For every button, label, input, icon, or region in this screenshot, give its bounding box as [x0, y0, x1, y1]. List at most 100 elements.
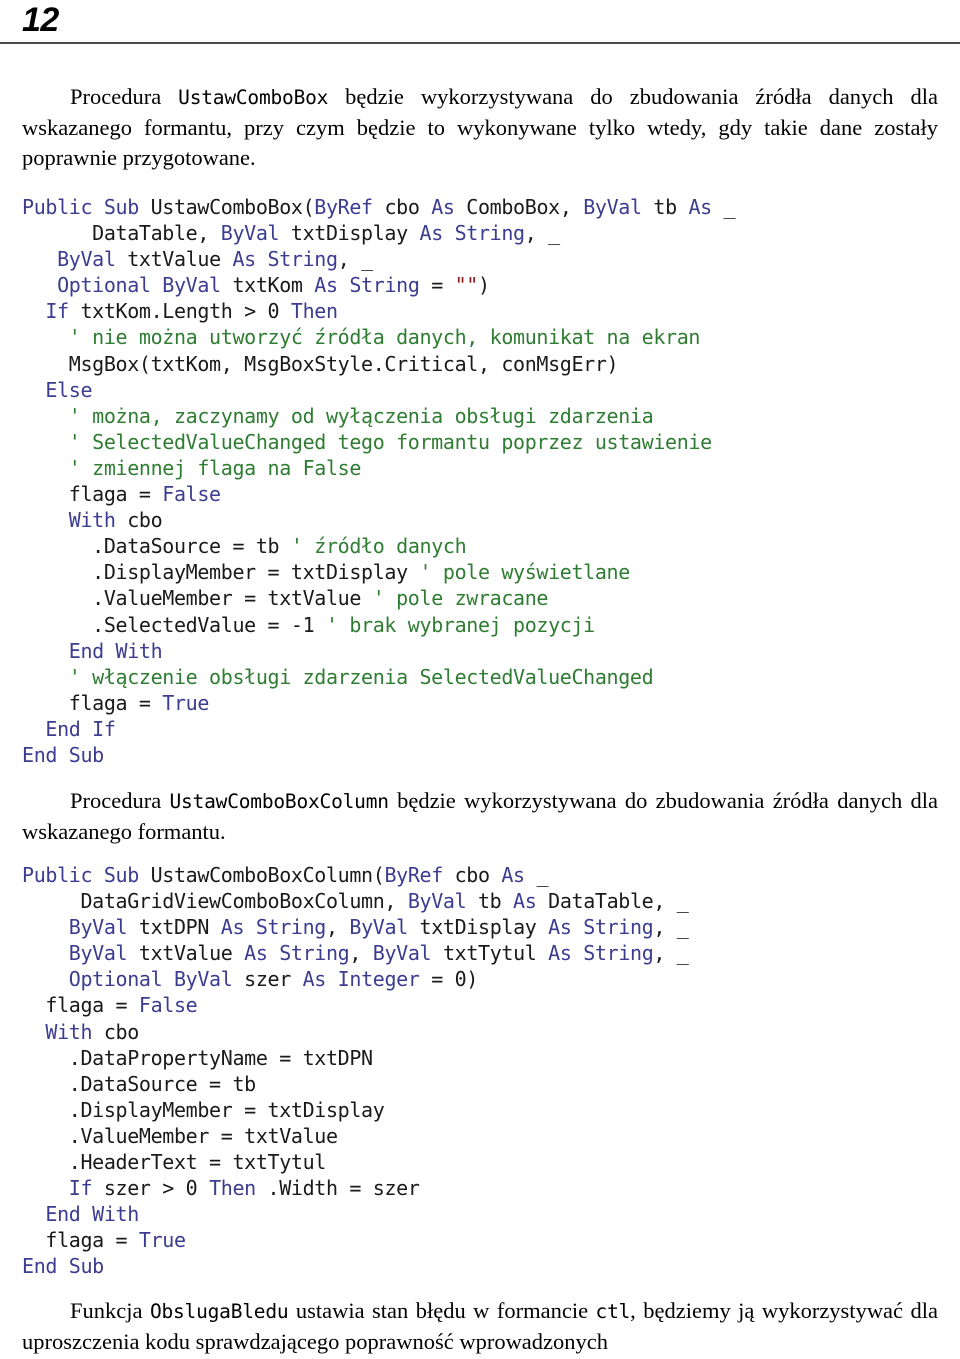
- code-line: End Sub: [22, 742, 938, 768]
- code-token-pln: DataTable, _: [548, 889, 689, 914]
- code-line: If szer > 0 Then .Width = szer: [22, 1175, 938, 1201]
- code-token-pln: [22, 273, 57, 297]
- code-token-kw: As String: [314, 273, 432, 298]
- code-token-pln: txtDisplay: [290, 221, 420, 246]
- code-token-pln: ,: [326, 915, 350, 940]
- code-token-pln: flaga =: [22, 1228, 139, 1253]
- code-line: flaga = True: [22, 690, 938, 716]
- code-token-kw: As String: [419, 221, 526, 246]
- paragraph-ustawcomboboxcolumn-intro: Procedura UstawComboBoxColumn będzie wyk…: [22, 786, 938, 847]
- header-rule: [0, 42, 960, 44]
- code-token-str: "": [454, 273, 479, 298]
- code-token-pln: tb: [477, 889, 514, 914]
- code-token-kw: ByVal: [68, 915, 139, 940]
- code-line: ByVal txtDPN As String, ByVal txtDisplay…: [22, 914, 938, 940]
- code-line: .ValueMember = txtValue: [22, 1123, 938, 1149]
- code-token-pln: [22, 1020, 45, 1044]
- code-token-pln: txtDisplay: [419, 915, 549, 940]
- code-token-kw: As Integer: [302, 967, 432, 992]
- code-line: Optional ByVal txtKom As String = ""): [22, 272, 938, 298]
- code-token-kw: ByVal: [583, 195, 654, 219]
- code-token-pln: .ValueMember = txtValue: [22, 586, 373, 611]
- code-line: ' można, zaczynamy od wyłączenia obsługi…: [22, 403, 938, 429]
- code-token-kw: As String: [548, 915, 654, 940]
- code-token-kw: End With: [45, 1202, 139, 1227]
- code-token-pln: = 0): [431, 967, 478, 992]
- code-token-pln: .ValueMember = txtValue: [22, 1123, 338, 1148]
- code-line: ' włączenie obsługi zdarzenia SelectedVa…: [22, 664, 938, 690]
- code-block-ustawcombobox-listing: Public Sub UstawComboBox(ByRef cbo As Co…: [22, 194, 938, 768]
- code-token-kw: Then: [209, 1176, 268, 1201]
- code-token-pln: cbo: [384, 195, 432, 219]
- code-token-pln: .DataSource = tb: [22, 534, 291, 559]
- code-line: With cbo: [22, 507, 938, 533]
- code-token-kw: End Sub: [22, 1254, 104, 1279]
- code-token-pln: szer: [244, 967, 303, 992]
- code-token-cmt: ' SelectedValueChanged tego formantu pop…: [22, 429, 712, 454]
- code-line: End Sub: [22, 1253, 938, 1279]
- code-token-kw: False: [138, 993, 198, 1018]
- paragraph-lead: Procedura: [70, 788, 170, 813]
- code-line: Else: [22, 377, 938, 403]
- code-token-pln: , _: [337, 247, 373, 272]
- code-token-pln: .HeaderText = txtTytul: [22, 1150, 327, 1175]
- code-token-pln: txtValue: [127, 247, 233, 272]
- code-token-cmt: ' brak wybranej pozycji: [325, 612, 595, 637]
- code-token-pln: [22, 299, 45, 323]
- code-token-pln: [22, 247, 57, 271]
- code-token-kw: End If: [45, 716, 116, 741]
- code-token-kw: ByRef: [384, 863, 455, 887]
- code-token-kw: If: [45, 299, 81, 324]
- code-token-kw: As String: [232, 247, 338, 272]
- code-token-pln: , _: [653, 915, 689, 940]
- code-line: .DisplayMember = txtDisplay ' pole wyświ…: [22, 559, 938, 585]
- paragraph-lead: Procedura: [70, 84, 179, 109]
- code-token-cmt: ' można, zaczynamy od wyłączenia obsługi…: [22, 403, 654, 428]
- code-token-kw: Optional ByVal: [68, 967, 245, 992]
- code-token-kw: Then: [290, 299, 338, 324]
- code-token-pln: DataTable,: [22, 221, 221, 246]
- code-token-pln: flaga =: [22, 993, 139, 1018]
- code-line: With cbo: [22, 1019, 938, 1045]
- code-line: .DataSource = tb ' źródło danych: [22, 533, 938, 559]
- code-token-pln: [22, 941, 69, 965]
- paragraph-ustawcombobox-intro: Procedura UstawComboBox będzie wykorzyst…: [22, 82, 938, 174]
- code-line: ' nie można utworzyć źródła danych, komu…: [22, 324, 938, 350]
- code-line: DataGridViewComboBoxColumn, ByVal tb As …: [22, 888, 938, 914]
- code-token-pln: cbo: [454, 863, 502, 887]
- code-line: .DataSource = tb: [22, 1071, 938, 1097]
- paragraph-lead: Funkcja: [70, 1298, 150, 1323]
- code-token-pln: cbo: [127, 508, 163, 533]
- code-line: End With: [22, 1201, 938, 1227]
- code-line: If txtKom.Length > 0 Then: [22, 298, 938, 324]
- code-line: ByVal txtValue As String, _: [22, 246, 938, 272]
- code-token-pln: txtKom: [232, 273, 315, 298]
- code-token-kw: If: [68, 1176, 104, 1201]
- code-token-pln: [22, 1176, 69, 1200]
- code-token-pln: =: [431, 273, 455, 298]
- code-token-pln: szer > 0: [103, 1176, 210, 1201]
- code-token-pln: _: [723, 195, 736, 219]
- code-token-pln: .DataSource = tb: [22, 1071, 256, 1096]
- code-token-kw: As: [513, 889, 549, 914]
- code-token-pln: tb: [653, 195, 689, 219]
- code-token-kw: ByVal: [372, 941, 443, 966]
- code-token-pln: [22, 967, 69, 991]
- code-token-kw: Optional ByVal: [57, 273, 233, 298]
- code-line: DataTable, ByVal txtDisplay As String, _: [22, 220, 938, 246]
- code-token-pln: , _: [524, 221, 560, 246]
- code-line: flaga = True: [22, 1227, 938, 1253]
- code-line: .DisplayMember = txtDisplay: [22, 1097, 938, 1123]
- code-token-pln: .DisplayMember = txtDisplay: [22, 560, 420, 585]
- code-token-pln: [22, 639, 69, 663]
- code-token-cmt: ' nie można utworzyć źródła danych, komu…: [22, 325, 701, 350]
- code-line: ' SelectedValueChanged tego formantu pop…: [22, 429, 938, 455]
- code-token-kw: ByRef: [314, 195, 385, 219]
- code-token-cmt: ' pole zwracane: [372, 586, 549, 611]
- inline-code-obslugabledu: ObslugaBledu: [149, 1300, 289, 1323]
- code-line: flaga = False: [22, 992, 938, 1018]
- code-token-kw: ByVal: [349, 915, 420, 940]
- code-token-pln: ComboBox,: [466, 195, 584, 219]
- code-token-pln: DataGridViewComboBoxColumn,: [22, 889, 408, 914]
- code-token-pln: cbo: [103, 1019, 139, 1044]
